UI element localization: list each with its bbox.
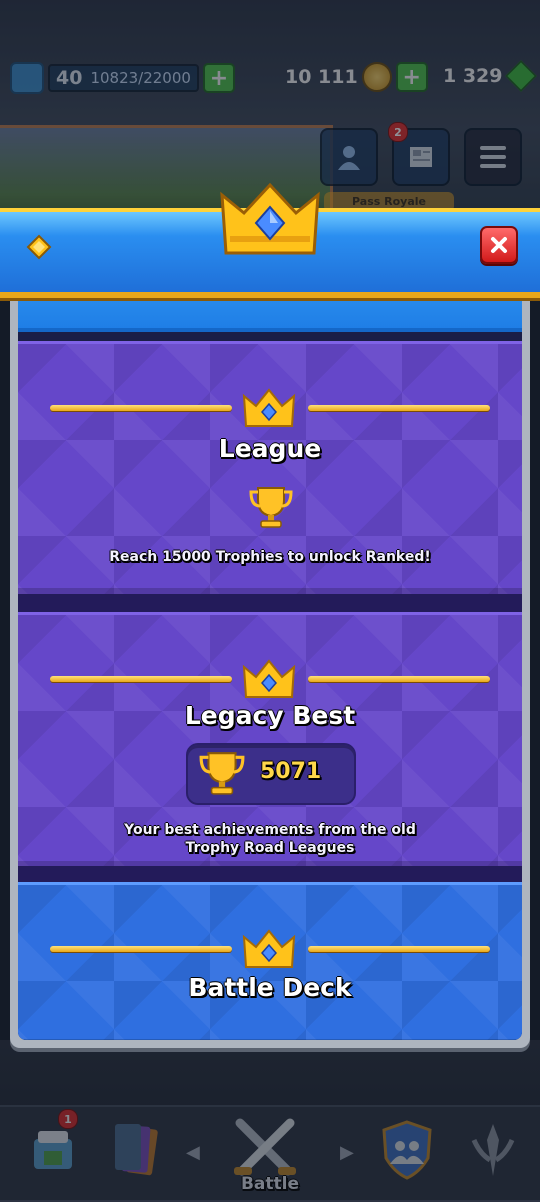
trophy-icon <box>199 752 245 795</box>
crown-icon <box>242 388 296 427</box>
trophy-info-modal: League Reach 15000 Trophies to unlock Ra… <box>10 278 530 1048</box>
legacy-title-divider <box>18 659 522 699</box>
battle-deck-section: Battle Deck <box>18 882 522 1040</box>
close-icon <box>491 237 507 253</box>
crown-icon <box>242 659 296 698</box>
league-title-divider <box>18 388 522 428</box>
legacy-trophy-box: 5071 <box>186 743 356 805</box>
league-title: League <box>218 434 322 463</box>
legacy-description-line1: Your best achievements from the old <box>124 822 416 838</box>
legacy-trophy-count: 5071 <box>260 759 322 784</box>
battle-deck-title: Battle Deck <box>188 973 352 1002</box>
league-description: Reach 15000 Trophies to unlock Ranked! <box>109 549 431 565</box>
legacy-best-title: Legacy Best <box>184 701 356 730</box>
gold-diamond-icon <box>26 234 52 260</box>
section-divider <box>18 594 522 612</box>
trophy-icon <box>249 487 293 528</box>
modal-content: League Reach 15000 Trophies to unlock Ra… <box>18 278 522 1040</box>
legacy-description-line2: Trophy Road Leagues <box>185 840 355 856</box>
league-section: League Reach 15000 Trophies to unlock Ra… <box>18 341 522 594</box>
deck-title-divider <box>18 929 522 969</box>
header-crown-icon <box>220 183 320 255</box>
legacy-best-section: Legacy Best 5071 Your best achievements … <box>18 612 522 867</box>
close-button[interactable] <box>480 226 518 264</box>
crown-icon <box>242 929 296 968</box>
